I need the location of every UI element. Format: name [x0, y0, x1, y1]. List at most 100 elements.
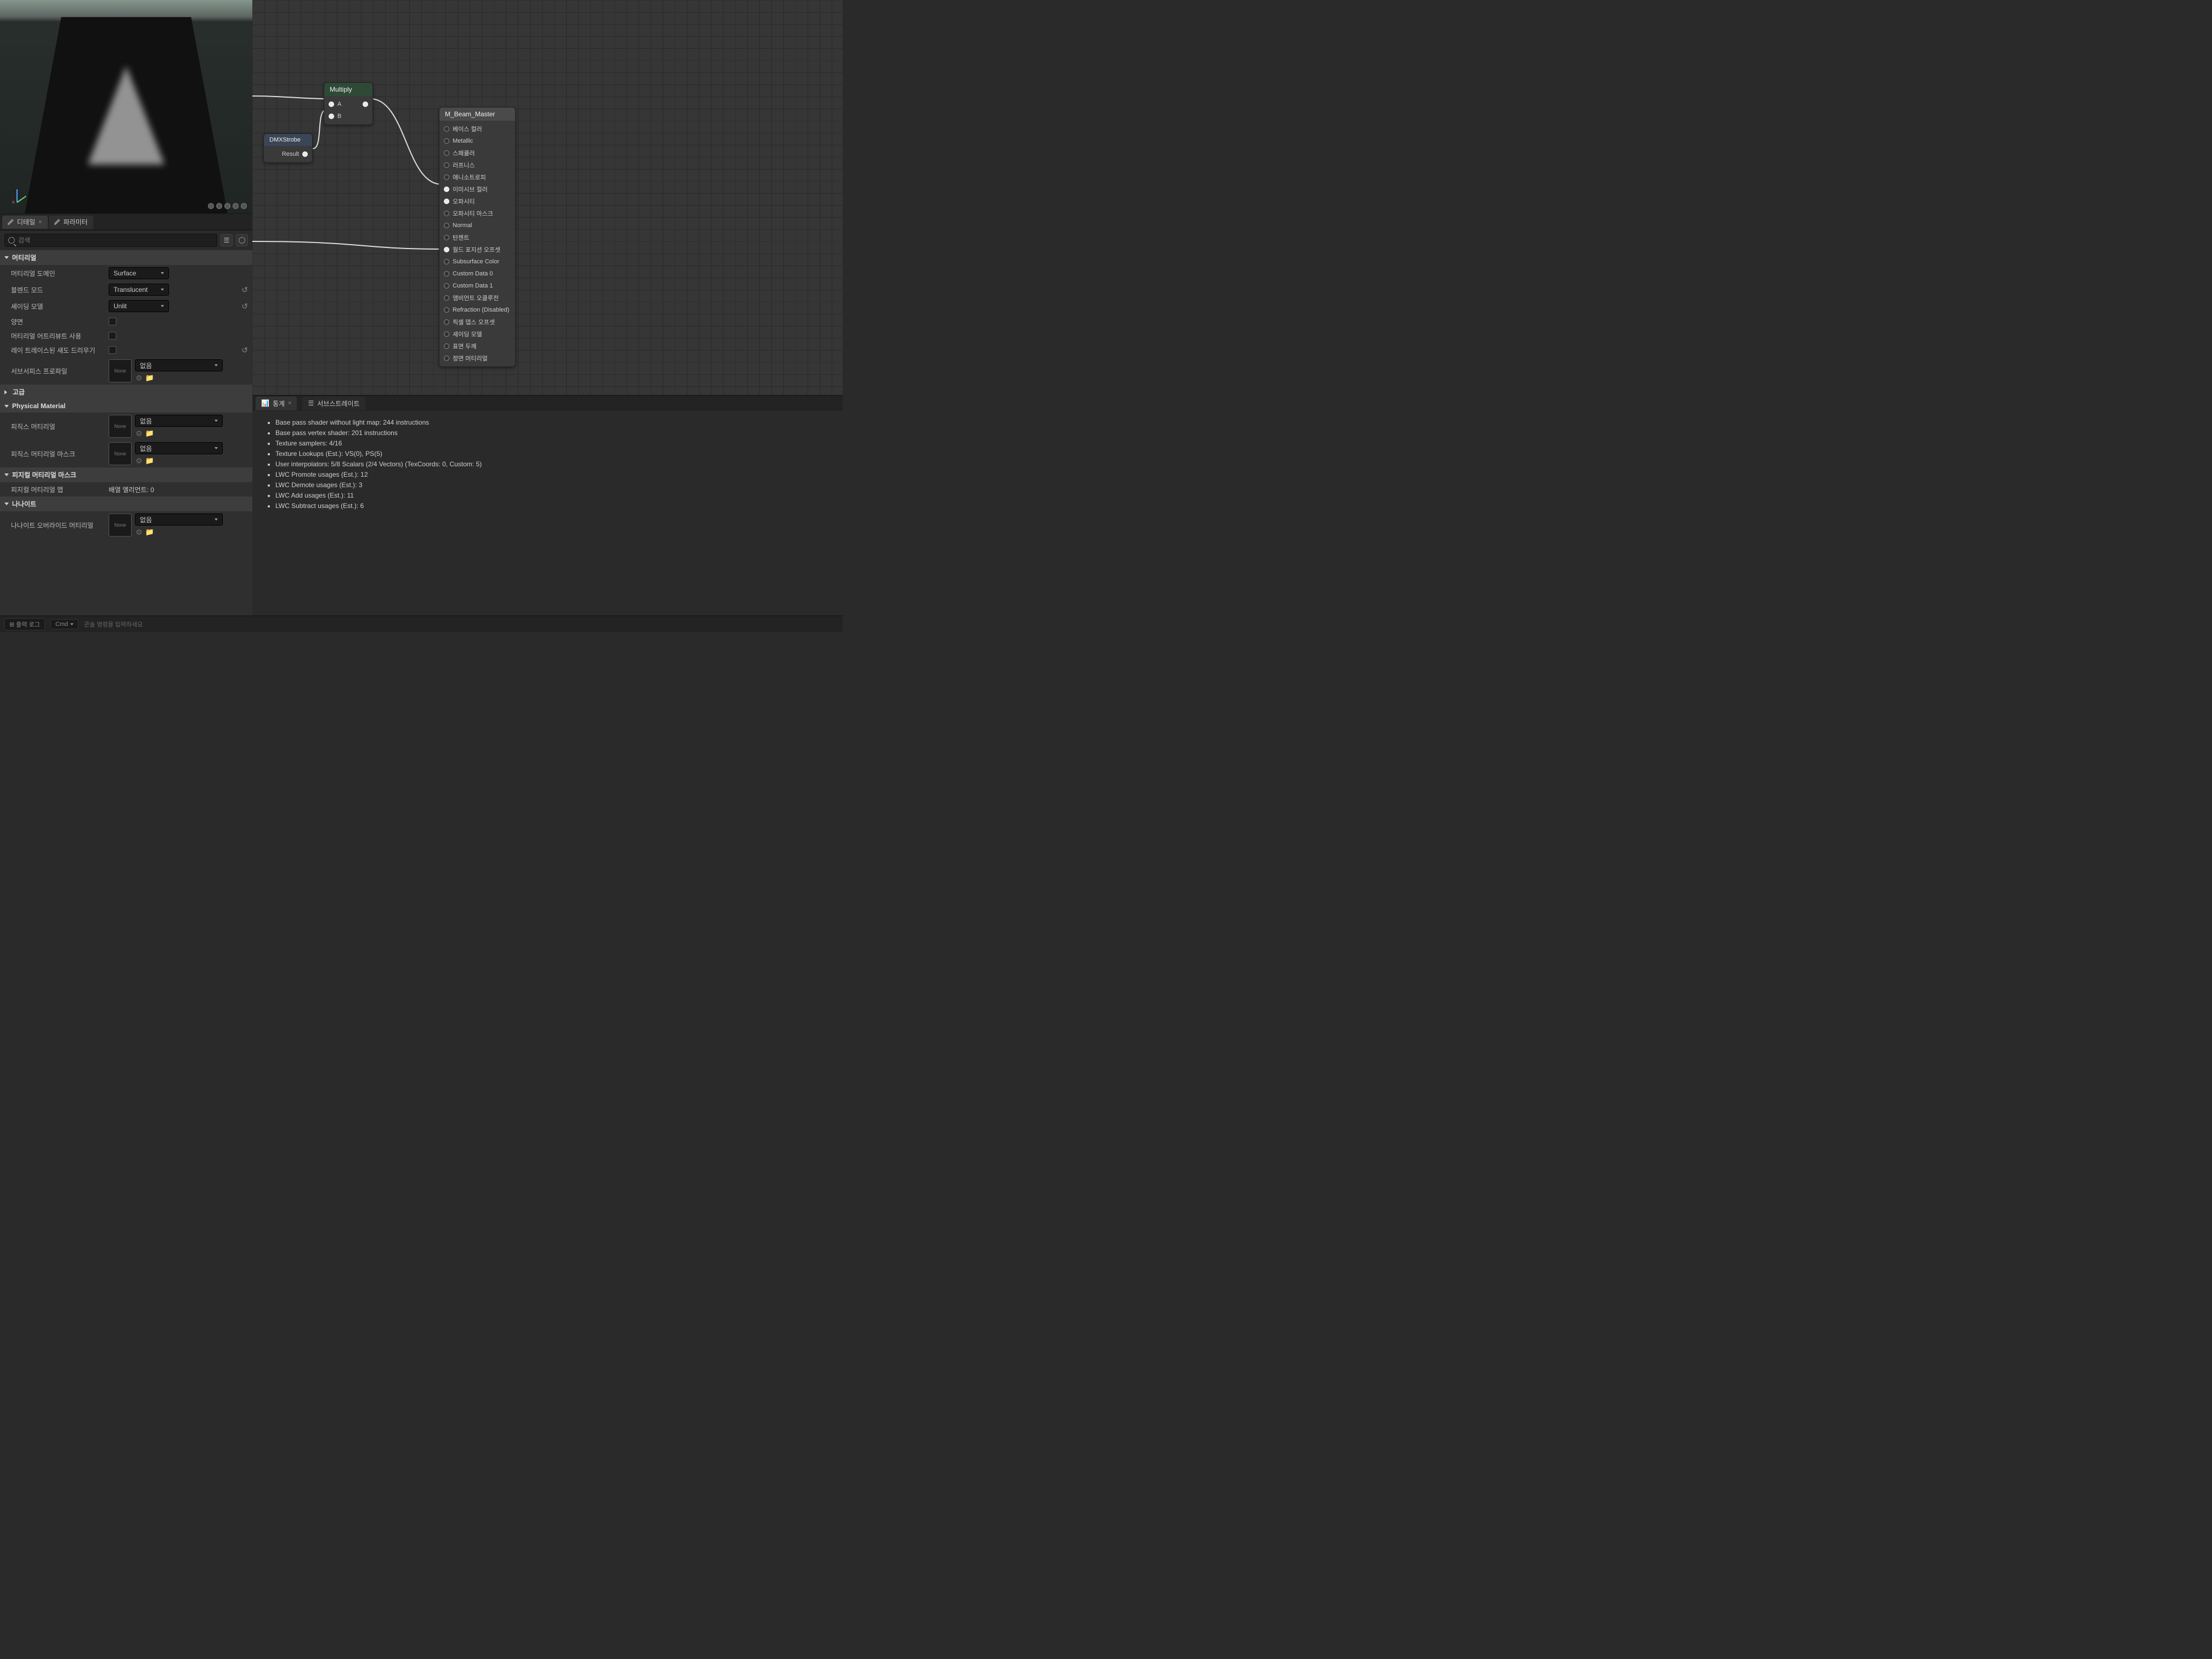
browse-icon[interactable]: ⊙ [136, 456, 142, 465]
stats-line: Base pass shader without light map: 244 … [275, 417, 830, 428]
input-pin[interactable] [444, 235, 449, 240]
stats-line: Texture Lookups (Est.): VS(0), PS(5) [275, 449, 830, 459]
pin-label: 스페큘러 [453, 149, 475, 157]
tab-substrate[interactable]: ☰ 서브스트레이트 [302, 397, 365, 410]
input-pin[interactable] [444, 187, 449, 192]
ray-shadow-checkbox[interactable] [109, 346, 116, 354]
tab-parameters[interactable]: 파라미터 [49, 216, 93, 229]
folder-icon[interactable]: 📁 [145, 374, 154, 382]
folder-icon[interactable]: 📁 [145, 429, 154, 438]
input-pin[interactable] [444, 283, 449, 289]
axis-gizmo: x [10, 184, 30, 204]
search-input[interactable] [18, 236, 213, 244]
reset-icon[interactable]: ↺ [241, 346, 248, 355]
input-pin[interactable] [444, 150, 449, 156]
input-pin[interactable] [444, 211, 449, 216]
close-icon[interactable]: × [288, 400, 291, 407]
stats-line: LWC Demote usages (Est.): 3 [275, 480, 830, 490]
command-bar: ⊞ 출력 로그 Cmd 콘솔 명령을 입력하세요 [0, 616, 843, 632]
physics-mask-dropdown[interactable]: 없음 [135, 442, 223, 454]
stats-line: LWC Add usages (Est.): 11 [275, 490, 830, 501]
prop-label: 피직스 머티리얼 마스크 [11, 449, 104, 459]
stats-panel: 📊 통계 × ☰ 서브스트레이트 Base pass shader withou… [252, 395, 843, 616]
node-multiply[interactable]: Multiply A B [324, 82, 373, 125]
input-pin[interactable] [444, 247, 449, 252]
tab-label: 파라미터 [64, 217, 88, 227]
input-pin[interactable] [444, 319, 449, 325]
output-pin-result[interactable] [302, 151, 308, 157]
search-icon [8, 237, 15, 244]
subsurface-dropdown[interactable]: 없음 [135, 359, 223, 371]
asset-thumbnail[interactable]: None [109, 415, 132, 438]
prop-label: 나나이트 오버라이드 머티리얼 [11, 521, 104, 530]
use-attr-checkbox[interactable] [109, 332, 116, 340]
left-panel: x 디테일 × 파라미터 ☰ 머티리얼 머티리얼 도메인 Surface 블렌드… [0, 0, 252, 632]
settings-button[interactable] [236, 234, 248, 246]
category-advanced[interactable]: 고급 [0, 385, 252, 399]
tab-details[interactable]: 디테일 × [2, 216, 48, 229]
browse-icon[interactable]: ⊙ [136, 528, 142, 537]
filter-button[interactable]: ☰ [221, 234, 233, 246]
pencil-icon [54, 219, 60, 225]
input-pin[interactable] [444, 174, 449, 180]
category-physical[interactable]: Physical Material [0, 399, 252, 413]
close-icon[interactable]: × [38, 219, 42, 225]
input-pin[interactable] [444, 126, 449, 132]
pin-label: 애니소트로피 [453, 173, 486, 182]
physics-mat-dropdown[interactable]: 없음 [135, 415, 223, 427]
pin-label: 앰비언트 오클루전 [453, 294, 499, 302]
input-pin[interactable] [444, 162, 449, 168]
folder-icon[interactable]: 📁 [145, 528, 154, 537]
input-pin[interactable] [444, 138, 449, 144]
cmd-prompt[interactable]: Cmd [50, 619, 78, 629]
input-pin[interactable] [444, 271, 449, 276]
preview-viewport[interactable]: x [0, 0, 252, 214]
category-material[interactable]: 머티리얼 [0, 250, 252, 265]
pin-label: 오파시티 [453, 197, 475, 206]
input-pin[interactable] [444, 259, 449, 264]
input-pin[interactable] [444, 307, 449, 313]
tab-stats[interactable]: 📊 통계 × [256, 397, 297, 410]
browse-icon[interactable]: ⊙ [136, 374, 142, 382]
two-sided-checkbox[interactable] [109, 318, 116, 325]
search-input-box[interactable] [4, 234, 217, 247]
output-pin[interactable] [363, 101, 368, 107]
nanite-dropdown[interactable]: 없음 [135, 514, 223, 526]
reset-icon[interactable]: ↺ [241, 285, 248, 295]
category-physmask[interactable]: 피지컬 머티리얼 마스크 [0, 467, 252, 482]
input-pin[interactable] [444, 356, 449, 361]
reset-icon[interactable]: ↺ [241, 302, 248, 311]
stats-line: LWC Subtract usages (Est.): 6 [275, 501, 830, 511]
pin-label: Custom Data 1 [453, 283, 493, 289]
folder-icon[interactable]: 📁 [145, 456, 154, 465]
prop-label: 피직스 머티리얼 [11, 422, 104, 431]
output-log-button[interactable]: ⊞ 출력 로그 [4, 618, 45, 630]
node-material-output[interactable]: M_Beam_Master 베이스 컬러Metallic스페큘러러프니스애니소트… [439, 107, 516, 367]
blend-mode-dropdown[interactable]: Translucent [109, 284, 169, 296]
category-nanite[interactable]: 나나이트 [0, 496, 252, 511]
details-search-row: ☰ [0, 230, 252, 250]
stats-line: LWC Promote usages (Est.): 12 [275, 470, 830, 480]
input-pin[interactable] [444, 295, 449, 301]
asset-thumbnail[interactable]: None [109, 359, 132, 382]
prop-label: 피지컬 머티리얼 맵 [11, 485, 104, 494]
input-pin[interactable] [444, 343, 449, 349]
details-properties[interactable]: 머티리얼 머티리얼 도메인 Surface 블렌드 모드 Translucent… [0, 250, 252, 632]
material-domain-dropdown[interactable]: Surface [109, 267, 169, 279]
graph-wires [252, 0, 843, 395]
pin-label: 오파시티 마스크 [453, 209, 493, 218]
input-pin[interactable] [444, 223, 449, 228]
input-pin[interactable] [444, 331, 449, 337]
input-pin-a[interactable] [329, 101, 334, 107]
node-dmx-strobe[interactable]: DMXStrobe Result [263, 133, 313, 163]
input-pin-b[interactable] [329, 114, 334, 119]
asset-thumbnail[interactable]: None [109, 514, 132, 537]
shading-model-dropdown[interactable]: Unlit [109, 300, 169, 312]
preview-shape-selector[interactable] [208, 203, 247, 209]
pin-label: 셰이딩 모델 [453, 330, 482, 338]
pin-label: Metallic [453, 138, 473, 144]
browse-icon[interactable]: ⊙ [136, 429, 142, 438]
input-pin[interactable] [444, 199, 449, 204]
material-graph[interactable]: Multiply A B DMXStrobe Result M_Beam_Mas… [252, 0, 843, 395]
asset-thumbnail[interactable]: None [109, 442, 132, 465]
